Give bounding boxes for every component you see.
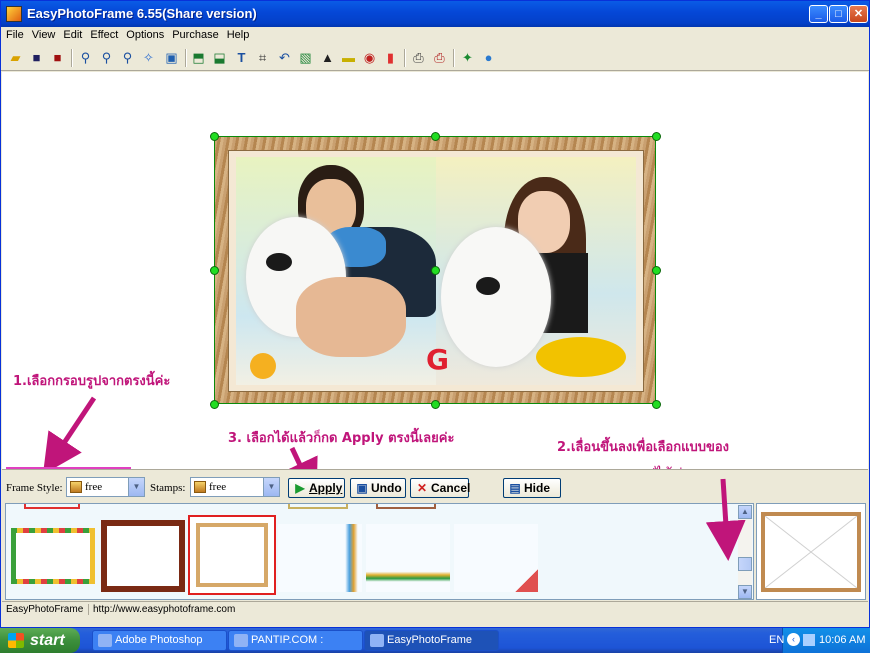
task-easyphotoframe[interactable]: EasyPhotoFrame xyxy=(364,630,499,651)
text-icon[interactable]: T xyxy=(233,49,250,66)
status-url: http://www.easyphotoframe.com xyxy=(88,604,235,615)
menu-options[interactable]: Options xyxy=(121,27,167,41)
frame-preview xyxy=(756,503,866,600)
menu-effect[interactable]: Effect xyxy=(85,27,121,41)
zoom-fit-icon[interactable]: ⚲ xyxy=(119,49,136,66)
language-indicator[interactable]: EN xyxy=(769,634,784,646)
highlight-icon[interactable]: ▬ xyxy=(340,49,357,66)
zoom-out-icon[interactable]: ⚲ xyxy=(98,49,115,66)
arrow-step2 xyxy=(705,478,746,561)
toolbar: ▰ ■ ■ ⚲ ⚲ ⚲ ✧ ▣ ⬒ ⬓ T ⌗ ↶ ▧ ▲ ▬ ◉ ▮ ⎙ ⎙ … xyxy=(1,45,869,71)
preview-placeholder xyxy=(765,516,857,588)
portrait-icon[interactable]: ▲ xyxy=(319,49,336,66)
thumb-partial xyxy=(376,504,436,509)
task-pantip[interactable]: PANTIP.COM : A8042... xyxy=(228,630,363,651)
frame-thumb-4[interactable] xyxy=(278,524,362,592)
maximize-button[interactable]: □ xyxy=(829,5,848,23)
minimize-button[interactable]: _ xyxy=(809,5,828,23)
frame-thumb-6[interactable] xyxy=(454,524,538,592)
frame-style-select[interactable]: free ▼ xyxy=(66,477,145,497)
thumb-partial xyxy=(24,504,80,509)
cancel-button[interactable]: ✕ Cancel xyxy=(410,478,470,498)
crop-icon[interactable]: ⌗ xyxy=(254,49,271,66)
print-icon[interactable]: ⎙ xyxy=(410,49,427,66)
menu-edit[interactable]: Edit xyxy=(58,27,85,41)
photo-canvas[interactable]: G 1.เลือกกรอบรูปจากตรงนี้ค่ะ 3. เลือกได้… xyxy=(2,72,868,483)
menu-help[interactable]: Help xyxy=(222,27,253,41)
arrow-step3 xyxy=(281,446,318,469)
hide-button[interactable]: ▤ Hide xyxy=(503,478,561,498)
zoom-in-icon[interactable]: ⚲ xyxy=(77,49,94,66)
rotate-right-icon[interactable]: ⬓ xyxy=(211,49,228,66)
chevron-left-icon[interactable]: ‹ xyxy=(787,633,800,646)
add-image-icon[interactable]: ▣ xyxy=(163,49,180,66)
status-bar: EasyPhotoFrame http://www.easyphotoframe… xyxy=(2,601,868,617)
browser-icon xyxy=(234,634,248,647)
arrow-step1 xyxy=(42,396,97,469)
apply-button[interactable]: ▶ Apply xyxy=(288,478,345,498)
save-as-icon[interactable]: ■ xyxy=(49,49,66,66)
frame-thumb-3-inner xyxy=(196,523,268,587)
save-icon[interactable]: ■ xyxy=(28,49,45,66)
play-icon: ▶ xyxy=(295,481,305,495)
menu-file[interactable]: File xyxy=(1,27,27,41)
print-preview-icon[interactable]: ⎙ xyxy=(431,49,448,66)
status-app: EasyPhotoFrame xyxy=(6,604,84,615)
purchase-icon[interactable]: ✦ xyxy=(459,49,476,66)
task-photoshop[interactable]: Adobe Photoshop xyxy=(92,630,227,651)
frame-thumb-5[interactable] xyxy=(366,524,450,592)
window-title: EasyPhotoFrame 6.55(Share version) xyxy=(27,6,257,21)
undo-icon: ▣ xyxy=(356,481,368,495)
undo-button[interactable]: ▣ Undo xyxy=(350,478,406,498)
rotate-left-icon[interactable]: ⬒ xyxy=(190,49,207,66)
stamps-select[interactable]: free ▼ xyxy=(190,477,280,497)
undo-icon[interactable]: ↶ xyxy=(276,49,293,66)
taskbar: start Adobe Photoshop PANTIP.COM : A8042… xyxy=(0,628,870,653)
frame-thumb-2[interactable] xyxy=(101,520,185,592)
scroll-down-button[interactable]: ▼ xyxy=(738,585,752,599)
menu-view[interactable]: View xyxy=(27,27,59,41)
system-tray: EN ‹ 10:06 AM xyxy=(769,628,870,653)
thumb-partial xyxy=(288,504,348,509)
frame-style-icon xyxy=(70,481,82,493)
frame-thumb-3-selected[interactable] xyxy=(188,515,276,595)
close-button[interactable]: ✕ xyxy=(849,5,868,23)
chevron-down-icon[interactable]: ▼ xyxy=(128,478,144,496)
windows-logo-icon xyxy=(8,633,24,648)
frame-style-label: Frame Style: xyxy=(6,482,63,494)
globe-icon[interactable]: ● xyxy=(480,49,497,66)
start-button[interactable]: start xyxy=(0,628,80,653)
menu-bar: File View Edit Effect Options Purchase Help xyxy=(1,27,869,45)
chevron-down-icon[interactable]: ▼ xyxy=(263,478,279,496)
magic-wand-icon[interactable]: ✧ xyxy=(140,49,157,66)
easyphotoframe-icon xyxy=(370,634,384,647)
stamps-label: Stamps: xyxy=(150,482,186,494)
picture-icon[interactable]: ▧ xyxy=(297,49,314,66)
chart-icon[interactable]: ▮ xyxy=(382,49,399,66)
open-icon[interactable]: ▰ xyxy=(7,49,24,66)
annotation-arrows xyxy=(42,396,318,469)
panel-icon: ▤ xyxy=(509,481,521,495)
photoshop-icon xyxy=(98,634,112,647)
clock[interactable]: 10:06 AM xyxy=(819,634,865,646)
red-eye-icon[interactable]: ◉ xyxy=(361,49,378,66)
frame-thumbnails[interactable]: ▲ ▼ xyxy=(5,503,754,600)
title-bar[interactable]: EasyPhotoFrame 6.55(Share version) _ □ ✕ xyxy=(1,1,869,27)
stamps-value: free xyxy=(209,481,227,493)
stamps-icon xyxy=(194,481,206,493)
network-icon[interactable] xyxy=(803,634,815,646)
app-icon xyxy=(6,6,22,22)
frame-style-value: free xyxy=(85,481,103,493)
frame-thumb-1[interactable] xyxy=(11,528,95,584)
app-window: EasyPhotoFrame 6.55(Share version) _ □ ✕… xyxy=(0,0,870,628)
menu-purchase[interactable]: Purchase xyxy=(167,27,221,41)
preview-frame xyxy=(761,512,861,592)
close-icon: ✕ xyxy=(416,481,428,495)
